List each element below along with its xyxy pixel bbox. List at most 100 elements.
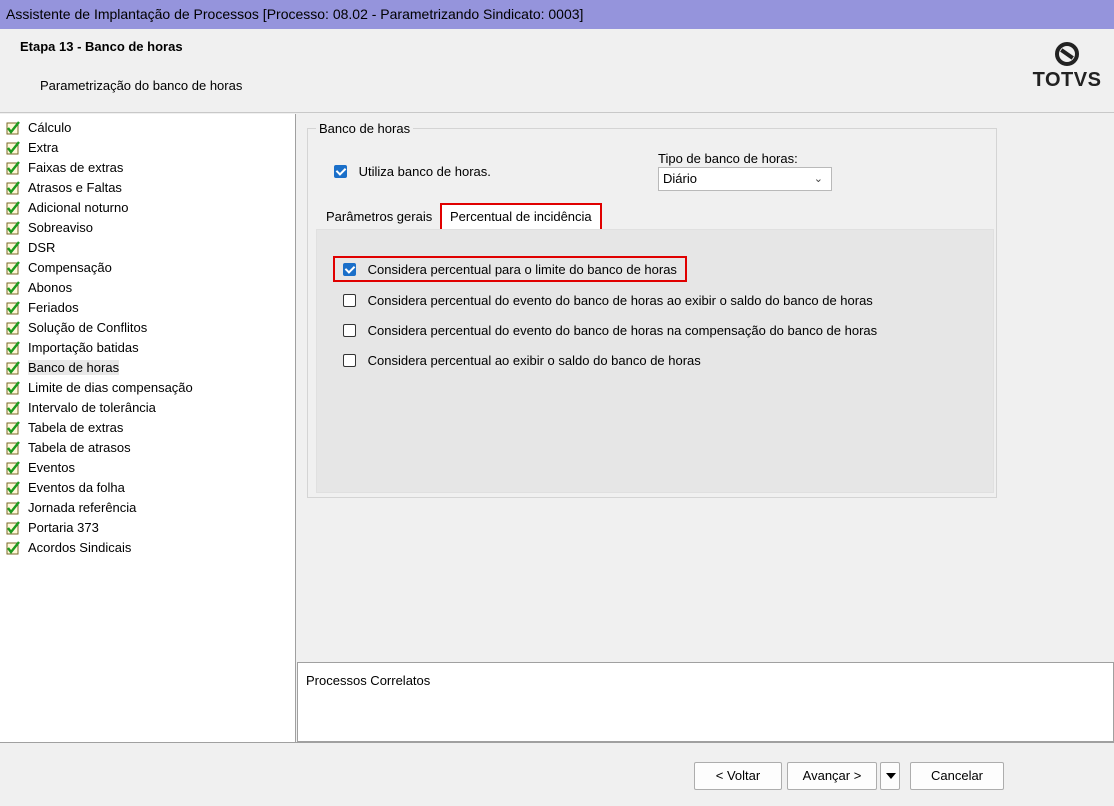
- tree-item[interactable]: Tabela de extras: [0, 418, 295, 438]
- checked-page-icon: [6, 261, 20, 275]
- tree-item[interactable]: Sobreaviso: [0, 218, 295, 238]
- tree-item-label: Solução de Conflitos: [28, 320, 148, 335]
- tree-item-label: Compensação: [28, 260, 112, 275]
- checked-page-icon: [6, 401, 20, 415]
- tab-parametros-gerais[interactable]: Parâmetros gerais: [322, 203, 436, 229]
- checked-page-icon: [6, 241, 20, 255]
- tree-item[interactable]: Eventos da folha: [0, 478, 295, 498]
- option-limite-banco-checkbox[interactable]: [343, 263, 356, 277]
- option-exibir-saldo-checkbox[interactable]: [343, 354, 356, 368]
- tree-item[interactable]: Solução de Conflitos: [0, 318, 295, 338]
- processos-correlatos-panel: Processos Correlatos: [297, 662, 1114, 742]
- tree-item-label: Sobreaviso: [28, 220, 94, 235]
- tree-item[interactable]: Atrasos e Faltas: [0, 178, 295, 198]
- option-label: Considera percentual do evento do banco …: [367, 323, 878, 339]
- tree-item-label: Extra: [28, 140, 59, 155]
- tree-item[interactable]: Portaria 373: [0, 518, 295, 538]
- wizard-footer: < Voltar Avançar > Cancelar: [0, 742, 1114, 806]
- checked-page-icon: [6, 141, 20, 155]
- checked-page-icon: [6, 541, 20, 555]
- tree-item[interactable]: Tabela de atrasos: [0, 438, 295, 458]
- option-evento-exibir-saldo-checkbox[interactable]: [343, 294, 356, 308]
- option-limite-banco[interactable]: Considera percentual para o limite do ba…: [333, 256, 687, 283]
- tab-percentual-incidencia[interactable]: Percentual de incidência: [440, 203, 602, 231]
- avancar-button[interactable]: Avançar >: [787, 762, 877, 790]
- tree-item-label: Feriados: [28, 300, 79, 315]
- tree-item[interactable]: Jornada referência: [0, 498, 295, 518]
- tree-item[interactable]: Adicional noturno: [0, 198, 295, 218]
- main-panel: Banco de horas Utiliza banco de horas. T…: [297, 114, 1114, 662]
- tree-item-label: Adicional noturno: [28, 200, 129, 215]
- caret-down-icon: [886, 773, 896, 779]
- checked-page-icon: [6, 521, 20, 535]
- tab-panel-percentual: Considera percentual para o limite do ba…: [316, 229, 994, 493]
- tree-item-label: Abonos: [28, 280, 73, 295]
- totvs-logo: TOTVS: [1032, 41, 1102, 92]
- voltar-button[interactable]: < Voltar: [694, 762, 782, 790]
- tree-item-label: Eventos da folha: [28, 480, 125, 495]
- wizard-header: Etapa 13 - Banco de horas Parametrização…: [0, 29, 1114, 113]
- checked-page-icon: [6, 221, 20, 235]
- tree-item[interactable]: Eventos: [0, 458, 295, 478]
- totvs-logo-icon: [1055, 42, 1079, 66]
- tree-item-label: Limite de dias compensação: [28, 380, 193, 395]
- checked-page-icon: [6, 481, 20, 495]
- tree-item-label: DSR: [28, 240, 56, 255]
- tree-item-label: Importação batidas: [28, 340, 139, 355]
- tree-item[interactable]: Feriados: [0, 298, 295, 318]
- step-subtitle: Parametrização do banco de horas: [40, 78, 243, 93]
- tree-item[interactable]: Importação batidas: [0, 338, 295, 358]
- tree-item[interactable]: Intervalo de tolerância: [0, 398, 295, 418]
- utiliza-banco-label: Utiliza banco de horas.: [358, 164, 491, 180]
- option-evento-compensacao-checkbox[interactable]: [343, 324, 356, 338]
- tipo-banco-label: Tipo de banco de horas:: [658, 151, 798, 166]
- window-title: Assistente de Implantação de Processos […: [0, 0, 1114, 29]
- logo-text: TOTVS: [1032, 69, 1102, 91]
- checked-page-icon: [6, 461, 20, 475]
- checked-page-icon: [6, 281, 20, 295]
- checked-page-icon: [6, 361, 20, 375]
- tree-item-label: Jornada referência: [28, 500, 137, 515]
- option-label: Considera percentual ao exibir o saldo d…: [367, 353, 701, 369]
- cancelar-button[interactable]: Cancelar: [910, 762, 1004, 790]
- steps-tree: Cálculo Extra Faixas de extras Atrasos e Fa…: [0, 114, 296, 742]
- tipo-banco-select[interactable]: Diário ⌄: [658, 167, 832, 191]
- option-label: Considera percentual para o limite do ba…: [367, 262, 677, 278]
- tree-item-label: Eventos: [28, 460, 75, 475]
- tree-item-label: Portaria 373: [28, 520, 99, 535]
- option-evento-exibir-saldo[interactable]: Considera percentual do evento do banco …: [343, 292, 873, 308]
- chevron-down-icon: ⌄: [813, 173, 823, 185]
- checked-page-icon: [6, 201, 20, 215]
- banco-de-horas-group: Banco de horas Utiliza banco de horas. T…: [307, 121, 997, 498]
- tree-item-label: Cálculo: [28, 120, 72, 135]
- tree-item[interactable]: DSR: [0, 238, 295, 258]
- checked-page-icon: [6, 121, 20, 135]
- tree-item[interactable]: Acordos Sindicais: [0, 538, 295, 558]
- avancar-menu-button[interactable]: [880, 762, 900, 790]
- option-evento-compensacao[interactable]: Considera percentual do evento do banco …: [343, 322, 877, 338]
- tree-item[interactable]: Extra: [0, 138, 295, 158]
- utiliza-banco-checkbox[interactable]: [334, 165, 347, 179]
- option-exibir-saldo[interactable]: Considera percentual ao exibir o saldo d…: [343, 352, 701, 368]
- checked-page-icon: [6, 321, 20, 335]
- checked-page-icon: [6, 301, 20, 315]
- tree-item[interactable]: Compensação: [0, 258, 295, 278]
- tree-item-label: Tabela de extras: [28, 420, 124, 435]
- checked-page-icon: [6, 181, 20, 195]
- checked-page-icon: [6, 441, 20, 455]
- tree-item-label: Intervalo de tolerância: [28, 400, 156, 415]
- processos-correlatos-label: Processos Correlatos: [306, 673, 431, 688]
- tree-item[interactable]: Cálculo: [0, 118, 295, 138]
- tree-item[interactable]: Banco de horas: [0, 358, 295, 378]
- tree-item[interactable]: Limite de dias compensação: [0, 378, 295, 398]
- tree-item-label: Banco de horas: [28, 360, 120, 375]
- utiliza-banco-checkbox-row[interactable]: Utiliza banco de horas.: [334, 163, 491, 179]
- tree-item[interactable]: Faixas de extras: [0, 158, 295, 178]
- tipo-banco-value: Diário: [663, 171, 697, 186]
- checked-page-icon: [6, 501, 20, 515]
- checked-page-icon: [6, 381, 20, 395]
- tree-item-label: Atrasos e Faltas: [28, 180, 122, 195]
- tree-item-label: Acordos Sindicais: [28, 540, 132, 555]
- tree-item[interactable]: Abonos: [0, 278, 295, 298]
- group-legend: Banco de horas: [316, 121, 414, 136]
